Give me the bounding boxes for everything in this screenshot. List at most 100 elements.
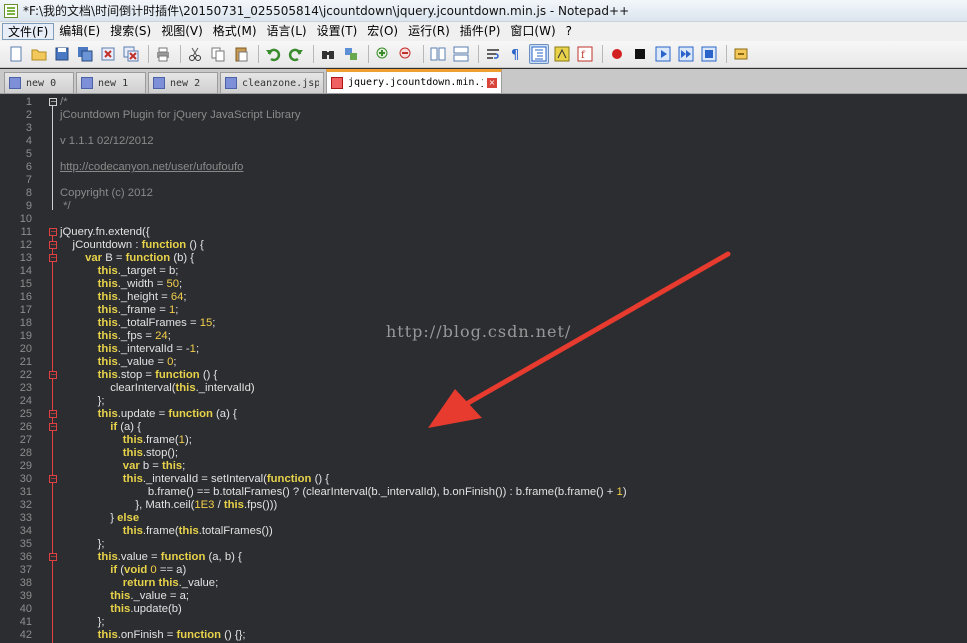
zoom-in-icon[interactable]	[373, 44, 393, 64]
line-number: 17	[19, 304, 32, 316]
indent-guide-icon[interactable]	[529, 44, 549, 64]
save-macro-icon[interactable]	[699, 44, 719, 64]
zoom-out-icon[interactable]	[396, 44, 416, 64]
line-number: 33	[19, 512, 32, 524]
language-icon[interactable]	[552, 44, 572, 64]
copy-icon[interactable]	[208, 44, 228, 64]
saved-file-icon	[81, 77, 93, 89]
print-icon[interactable]	[153, 44, 173, 64]
code-line: this.update(b)	[110, 603, 182, 615]
line-number: 30	[19, 473, 32, 485]
code-line: this._intervalId = -1;	[97, 343, 200, 355]
fold-toggle-icon[interactable]: −	[49, 410, 57, 418]
watermark: http://blog.csdn.net/	[386, 322, 572, 341]
line-number: 6	[25, 161, 32, 173]
fold-line	[52, 236, 53, 643]
file-tab[interactable]: new 2	[148, 72, 218, 93]
fold-toggle-icon[interactable]: −	[49, 371, 57, 379]
replace-icon[interactable]	[341, 44, 361, 64]
line-number: 18	[19, 317, 32, 329]
code-line: this._frame = 1;	[97, 304, 179, 316]
menu-item-10[interactable]: 窗口(W)	[505, 23, 560, 40]
word-wrap-icon[interactable]	[483, 44, 503, 64]
file-tab[interactable]: new 1	[76, 72, 146, 93]
toolbar-separator	[258, 45, 259, 63]
close-all-icon[interactable]	[121, 44, 141, 64]
cut-icon[interactable]	[185, 44, 205, 64]
record-macro-icon[interactable]	[607, 44, 627, 64]
fold-line	[52, 106, 53, 210]
line-number: 38	[19, 577, 32, 589]
fold-toggle-icon[interactable]: −	[49, 241, 57, 249]
code-line: v 1.1.1 02/12/2012	[60, 135, 154, 147]
menu-item-11[interactable]: ?	[561, 23, 577, 40]
menu-item-4[interactable]: 格式(M)	[208, 23, 262, 40]
fold-toggle-icon[interactable]: −	[49, 98, 57, 106]
menu-item-1[interactable]: 编辑(E)	[54, 23, 105, 40]
menu-item-3[interactable]: 视图(V)	[156, 23, 208, 40]
fold-toggle-icon[interactable]: −	[49, 553, 57, 561]
undo-icon[interactable]	[263, 44, 283, 64]
function-list-icon[interactable]: f	[575, 44, 595, 64]
line-number: 16	[19, 291, 32, 303]
line-number: 20	[19, 343, 32, 355]
menu-item-8[interactable]: 运行(R)	[403, 23, 455, 40]
menu-item-6[interactable]: 设置(T)	[312, 23, 363, 40]
menu-item-2[interactable]: 搜索(S)	[105, 23, 156, 40]
close-tab-icon[interactable]: ×	[487, 77, 497, 88]
file-tab-label: new 2	[170, 77, 201, 89]
code-area[interactable]: /* jCountdown Plugin for jQuery JavaScrip…	[60, 95, 967, 643]
toolbar-separator	[726, 45, 727, 63]
save-icon[interactable]	[52, 44, 72, 64]
code-line: this.value = function (a, b) {	[97, 551, 242, 563]
run-macro-multiple-icon[interactable]	[676, 44, 696, 64]
line-number: 12	[19, 239, 32, 251]
code-line: if (void 0 == a)	[110, 564, 187, 576]
stop-record-icon[interactable]	[630, 44, 650, 64]
code-line: this.update = function (a) {	[97, 408, 237, 420]
redo-icon[interactable]	[286, 44, 306, 64]
save-all-icon[interactable]	[75, 44, 95, 64]
line-number: 9	[25, 200, 32, 212]
unsaved-file-icon	[331, 76, 343, 89]
code-line: this._fps = 24;	[97, 330, 171, 342]
line-number: 25	[19, 408, 32, 420]
play-macro-icon[interactable]	[653, 44, 673, 64]
line-number: 27	[19, 434, 32, 446]
file-tab[interactable]: cleanzone.jsp	[220, 72, 324, 93]
code-line: http://codecanyon.net/user/ufoufoufo	[60, 161, 244, 173]
menu-item-0[interactable]: 文件(F)	[2, 23, 55, 40]
line-number: 31	[19, 486, 32, 498]
line-number: 22	[19, 369, 32, 381]
sync-v-icon[interactable]	[428, 44, 448, 64]
menu-item-7[interactable]: 宏(O)	[362, 23, 403, 40]
open-file-icon[interactable]	[29, 44, 49, 64]
code-line: */	[60, 200, 71, 212]
plugin-icon[interactable]	[731, 44, 751, 64]
code-line: clearInterval(this._intervalId)	[60, 382, 255, 394]
line-number: 34	[19, 525, 32, 537]
file-tab[interactable]: new 0	[4, 72, 74, 93]
code-line: this.onFinish = function () {};	[97, 629, 246, 641]
fold-toggle-icon[interactable]: −	[49, 423, 57, 431]
line-number: 24	[19, 395, 32, 407]
sync-h-icon[interactable]	[451, 44, 471, 64]
fold-toggle-icon[interactable]: −	[49, 475, 57, 483]
menu-item-5[interactable]: 语言(L)	[262, 23, 312, 40]
find-icon[interactable]	[318, 44, 338, 64]
fold-toggle-icon[interactable]: −	[49, 228, 57, 236]
paste-icon[interactable]	[231, 44, 251, 64]
show-all-chars-icon[interactable]: ¶	[506, 44, 526, 64]
toolbar-separator	[313, 45, 314, 63]
line-number: 5	[25, 148, 32, 160]
code-editor[interactable]: 1 2 3 4 5 6 7 8 9 10 11 12 13 14 15 16 17 18 19 20 21 22 23 24 2…	[0, 95, 967, 643]
fold-toggle-icon[interactable]: −	[49, 254, 57, 262]
saved-file-icon	[9, 77, 21, 89]
close-icon[interactable]	[98, 44, 118, 64]
file-tab[interactable]: jquery.jcountdown.min.js ×	[326, 69, 502, 93]
new-file-icon[interactable]	[6, 44, 26, 64]
code-line: this._target = b;	[97, 265, 179, 277]
line-number: 7	[25, 174, 32, 186]
code-line: jQuery.fn.extend({	[60, 226, 150, 238]
menu-item-9[interactable]: 插件(P)	[455, 23, 506, 40]
